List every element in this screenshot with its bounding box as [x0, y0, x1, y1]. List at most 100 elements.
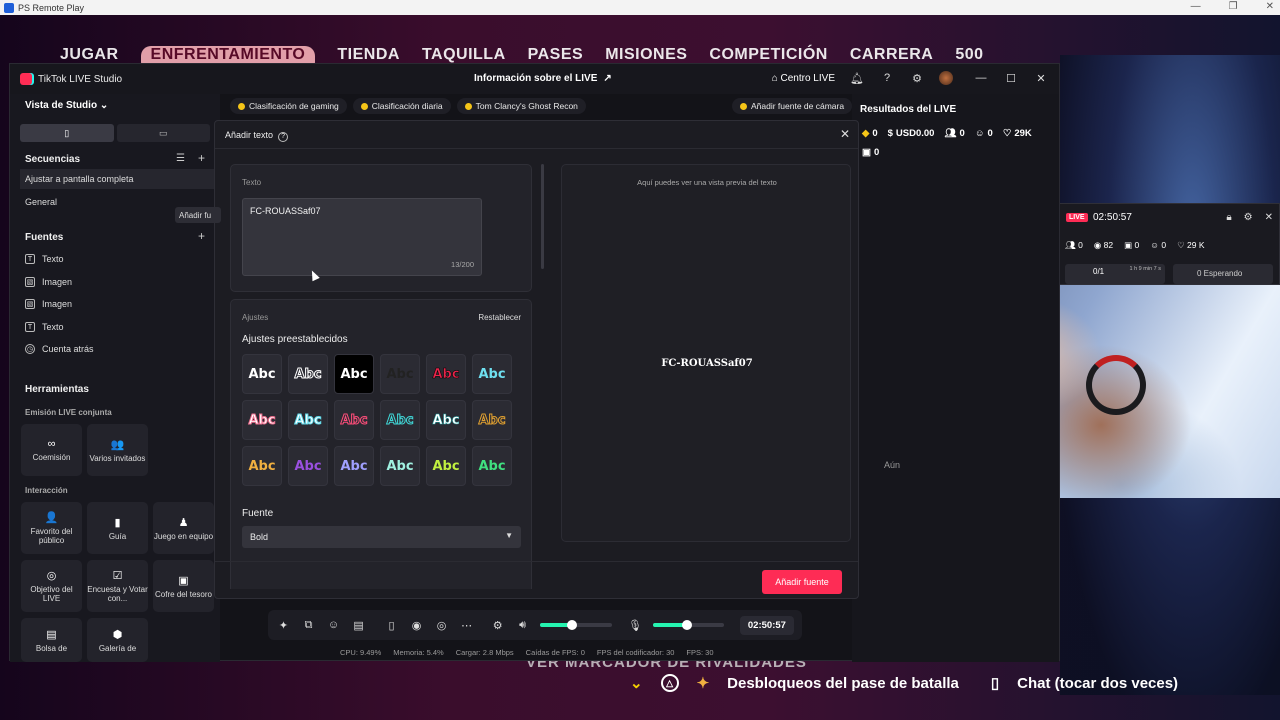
add-source-button[interactable]: Añadir fuente — [762, 570, 842, 594]
sticker-icon[interactable]: ☺ — [326, 619, 341, 631]
lock-icon[interactable]: 🔒︎ — [1226, 212, 1231, 223]
preset-style[interactable]: Abc — [380, 400, 420, 440]
preset-style[interactable]: Abc — [472, 446, 512, 486]
preset-style[interactable]: Abc — [472, 400, 512, 440]
font-select[interactable]: Bold ▼ — [242, 526, 521, 548]
tool-guia[interactable]: ▮ Guía — [87, 502, 148, 554]
preset-style[interactable]: Abc — [288, 354, 328, 394]
preset-style[interactable]: Abc — [334, 446, 374, 486]
preset-style[interactable]: Abc — [334, 400, 374, 440]
add-camera-source-button[interactable]: Añadir fuente de cámara — [732, 98, 853, 114]
studio-view-dropdown[interactable]: Vista de Studio ⌄ — [25, 100, 108, 111]
record-icon[interactable]: ◉ — [409, 619, 424, 632]
ps-remote-play-titlebar: PS Remote Play — ❐ ✕ — [0, 0, 1280, 15]
more-icon[interactable]: ⋯ — [459, 619, 474, 632]
tool-encuesta[interactable]: ☑ Encuesta y Votar con... — [87, 560, 148, 612]
add-source-icon[interactable]: + — [198, 229, 205, 243]
ps-minimize-button[interactable]: — — [1191, 1, 1201, 12]
source-item[interactable]: ▧ Imagen — [25, 277, 72, 287]
clock-icon: ◷ — [25, 344, 35, 354]
preset-style[interactable]: Abc — [472, 354, 512, 394]
avatar[interactable] — [939, 71, 953, 85]
preset-style[interactable]: Abc — [288, 400, 328, 440]
preset-style[interactable]: Abc — [380, 446, 420, 486]
chip-daily-leaderboard[interactable]: Clasificación diaria — [352, 98, 451, 114]
speaker-volume-knob[interactable] — [567, 620, 578, 630]
stat-value: 29K — [1014, 128, 1032, 139]
preset-style[interactable]: Abc — [242, 400, 282, 440]
bell-icon[interactable]: 🔔︎ — [849, 70, 865, 86]
preset-style[interactable]: Abc — [288, 446, 328, 486]
portrait-toggle[interactable]: ▯ — [20, 124, 114, 142]
live-info-button[interactable]: Información sobre el LIVE ↗ — [474, 73, 612, 84]
live-widget-stat-followers: ☺ 0 — [1150, 240, 1167, 250]
sequences-title: Secuencias — [25, 154, 81, 165]
effects-icon[interactable]: ⧉ — [301, 619, 316, 632]
preset-style[interactable]: Abc — [426, 446, 466, 486]
ps-restore-button[interactable]: ❐ — [1229, 1, 1238, 12]
speaker-volume-slider[interactable] — [540, 620, 612, 630]
list-icon[interactable]: ☰ — [176, 153, 185, 164]
tool-objetivo[interactable]: ◎ Objetivo del LIVE — [21, 560, 82, 612]
close-icon[interactable]: ✕ — [1033, 70, 1049, 86]
help-icon[interactable]: ? — [879, 70, 895, 86]
camera-switch-icon[interactable]: ◎ — [434, 619, 449, 632]
match-progress[interactable]: 0/1 1 h 9 min 7 s — [1065, 264, 1165, 284]
mic-volume-knob[interactable] — [681, 620, 692, 630]
layout-icon[interactable]: ▤ — [351, 619, 366, 632]
chip-gaming-leaderboard[interactable]: Clasificación de gaming — [230, 98, 347, 114]
landscape-toggle[interactable]: ▭ — [116, 124, 210, 142]
tool-bolsa[interactable]: ▤ Bolsa de — [21, 618, 82, 662]
sequence-item[interactable]: Ajustar a pantalla completa — [20, 169, 220, 189]
text-input[interactable]: FC-ROUASSaf07 13/200 — [242, 198, 482, 276]
microphone-icon[interactable]: 🎙︎ — [628, 619, 643, 632]
tool-coemision[interactable]: ∞ Coemisión — [21, 424, 82, 476]
settings-icon[interactable]: ⚙ — [1244, 212, 1253, 223]
dialog-title-text: Añadir texto — [225, 130, 274, 140]
source-item[interactable]: ◷ Cuenta atrás — [25, 344, 94, 354]
help-icon[interactable]: ? — [278, 131, 289, 142]
chat-hint[interactable]: Chat (tocar dos veces) — [1017, 675, 1178, 692]
magic-wand-icon[interactable]: ✦ — [276, 619, 291, 632]
tool-galeria[interactable]: ⬢ Galería de — [87, 618, 148, 662]
preset-style[interactable]: Abc — [426, 400, 466, 440]
battle-pass-unlocks[interactable]: Desbloqueos del pase de batalla — [727, 675, 959, 692]
preset-style[interactable]: Abc — [426, 354, 466, 394]
follower-icon: ☺ — [974, 128, 985, 139]
maximize-icon[interactable]: ☐ — [1003, 70, 1019, 86]
mic-volume-slider[interactable] — [652, 620, 724, 630]
add-sequence-icon[interactable]: + — [198, 151, 205, 165]
stat-usd: $ USD0.00 — [888, 128, 935, 139]
gear-icon[interactable]: ⚙ — [909, 70, 925, 86]
minimize-icon[interactable]: — — [973, 70, 989, 86]
close-icon[interactable]: ✕ — [1265, 212, 1273, 223]
source-item[interactable]: T Texto — [25, 322, 64, 332]
tool-juego-equipo[interactable]: ♟ Juego en equipo — [153, 502, 214, 554]
preset-style[interactable]: Abc — [380, 354, 420, 394]
source-item[interactable]: ▧ Imagen — [25, 299, 72, 309]
preset-style[interactable]: Abc — [242, 446, 282, 486]
text-input-value: FC-ROUASSaf07 — [250, 206, 321, 216]
source-item[interactable]: T Texto — [25, 254, 64, 264]
chip-game[interactable]: Tom Clancy's Ghost Recon — [456, 98, 586, 114]
close-icon[interactable]: ✕ — [840, 127, 850, 141]
tool-multi-guest[interactable]: 👥 Varios invitados — [87, 424, 148, 476]
sliders-icon[interactable]: ⚙ — [490, 619, 505, 632]
live-center-button[interactable]: ⌂ Centro LIVE — [772, 73, 835, 84]
speaker-icon[interactable]: 🔊︎ — [515, 619, 530, 632]
preset-style[interactable]: Abc — [242, 354, 282, 394]
preset-style[interactable]: Abc — [334, 354, 374, 394]
caret-down-icon: ▼ — [505, 531, 513, 540]
waiting-count[interactable]: 0 Esperando — [1173, 264, 1273, 284]
diamond-icon: ◆ — [862, 128, 870, 139]
tool-cofre[interactable]: ▣ Cofre del tesoro — [153, 560, 214, 612]
reset-button[interactable]: Restablecer — [478, 313, 521, 322]
font-label: Fuente — [242, 508, 274, 519]
ps-close-button[interactable]: ✕ — [1266, 1, 1274, 12]
stat-value: 0 — [1161, 240, 1167, 250]
image-icon: ▧ — [25, 277, 35, 287]
settings-scrollbar[interactable] — [541, 164, 544, 269]
tool-favorito[interactable]: 👤 Favorito del público — [21, 502, 82, 554]
chip-label: Clasificación de gaming — [249, 101, 339, 111]
phone-icon[interactable]: ▯ — [384, 619, 399, 632]
